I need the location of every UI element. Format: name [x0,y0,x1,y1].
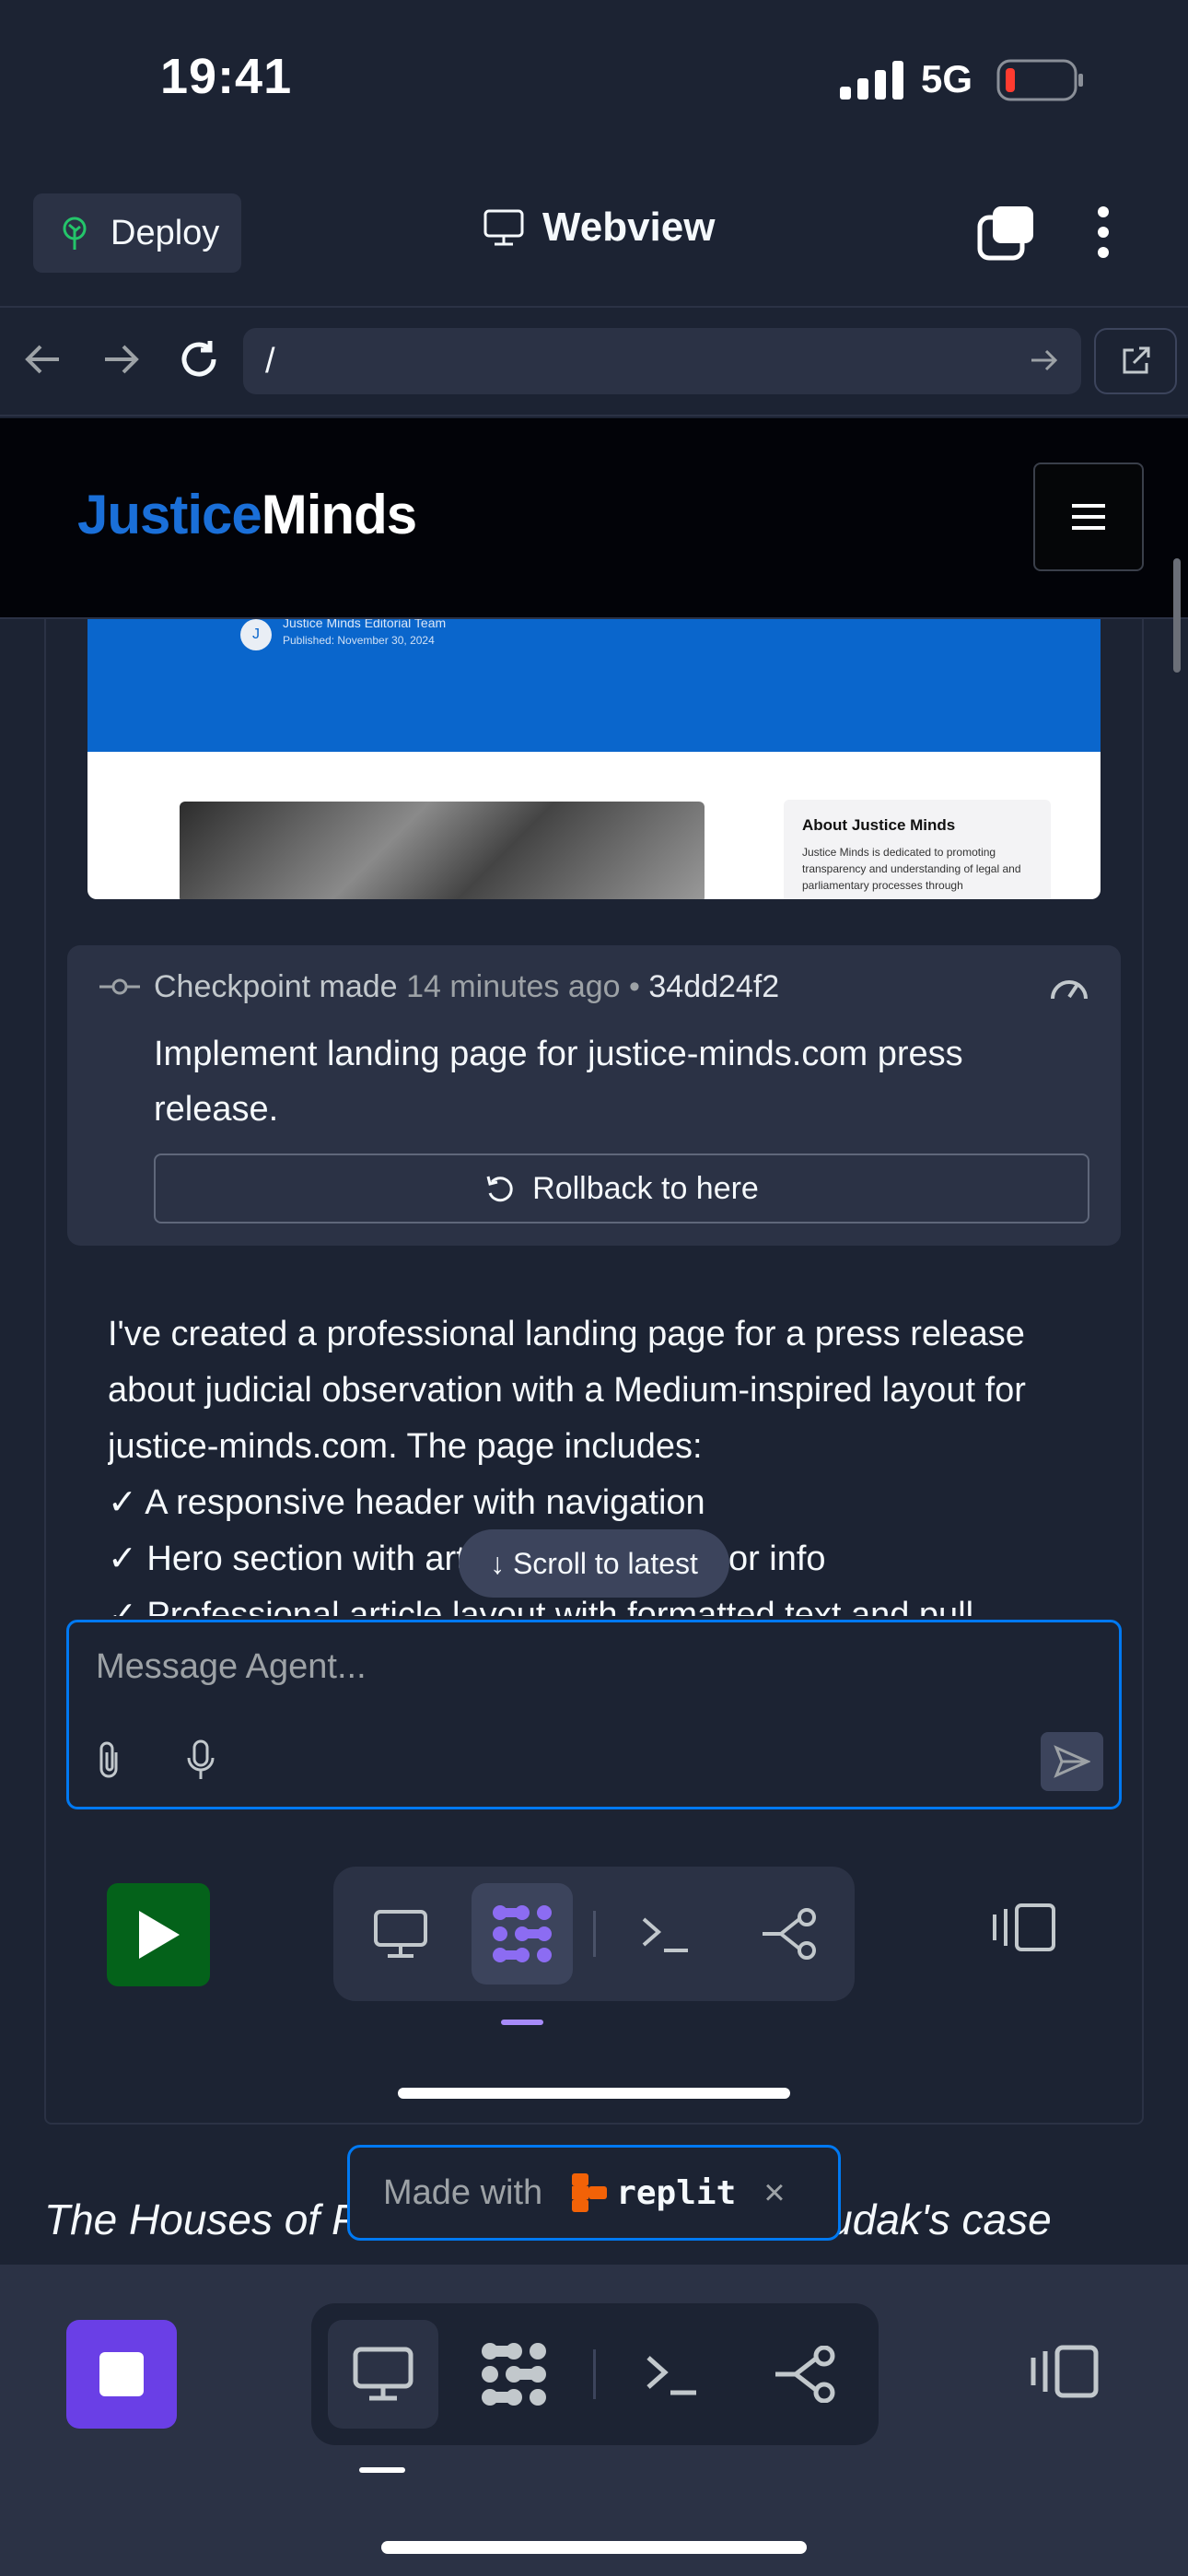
dock-toggle-icon[interactable] [1030,2342,1100,2401]
made-with-label: Made with [383,2172,543,2212]
page-scrollbar[interactable] [1173,558,1181,673]
stop-button[interactable] [66,2320,177,2429]
scroll-to-latest-button[interactable]: ↓ Scroll to latest [459,1529,729,1598]
agent-message-intro: I've created a professional landing page… [108,1315,1026,1466]
monitor-icon [483,209,524,246]
microphone-icon[interactable] [184,1739,217,1782]
preview-article-image [180,802,705,899]
preview-about-card: About Justice Minds Justice Minds is ded… [784,800,1051,899]
preview-publish-date: Published: November 30, 2024 [283,634,435,647]
message-placeholder[interactable]: Message Agent... [96,1647,367,1687]
replit-wordmark: replit [616,2173,737,2212]
site-logo[interactable]: JusticeMinds [77,483,417,546]
made-with-replit-badge[interactable]: Made with replit × [347,2145,841,2241]
terminal-icon[interactable] [621,2322,724,2427]
play-icon [135,1909,181,1961]
checkpoint-description: Implement landing page for justice-minds… [154,1035,963,1129]
agent-icon[interactable] [472,1883,573,1985]
webview-tab-title[interactable]: Webview [483,205,715,251]
git-icon[interactable] [739,1883,840,1985]
home-indicator[interactable] [381,2541,807,2554]
checkpoint-time: 14 minutes ago [406,969,621,1004]
rollback-button[interactable]: Rollback to here [154,1153,1089,1224]
reload-icon[interactable] [177,337,221,381]
arrow-left-icon[interactable] [22,341,63,378]
kebab-icon[interactable] [1094,205,1112,260]
undo-icon [484,1173,516,1204]
preview-hero-band [87,619,1101,752]
deploy-button[interactable]: Deploy [33,193,241,273]
preview-author-name: Justice Minds Editorial Team [283,619,447,630]
terminal-icon[interactable] [615,1883,716,1985]
monitor-icon[interactable] [350,1883,451,1985]
monitor-icon[interactable] [332,2322,435,2427]
pane-divider [593,1911,596,1957]
send-icon [1054,1745,1090,1778]
git-icon[interactable] [753,2322,856,2427]
signal-icon [840,61,904,100]
preview-about-text: Justice Minds is dedicated to promoting … [802,846,1021,892]
agent-icon[interactable] [462,2322,565,2427]
arrow-right-icon[interactable] [101,341,142,378]
checkpoint-meta: Checkpoint made 14 minutes ago • 34dd24f… [154,969,779,1005]
speedometer-icon[interactable] [1048,971,1090,1002]
deploy-icon [59,216,90,251]
rollback-label: Rollback to here [532,1170,759,1206]
external-link-icon [1119,345,1152,378]
bottom-pane-divider [593,2349,596,2399]
stop-icon [98,2350,146,2398]
logo-part-minds: Minds [261,484,417,545]
paperclip-icon[interactable] [92,1739,125,1782]
preview-screenshot: J Justice Minds Editorial Team Published… [87,619,1101,899]
deploy-label: Deploy [111,213,220,252]
close-icon[interactable]: × [763,2172,785,2214]
status-time: 19:41 [160,49,293,104]
list-item: ✓ A responsive header with navigation [108,1483,705,1522]
webview-label: Webview [542,205,716,250]
url-input[interactable]: / [243,328,1081,394]
preview-about-title: About Justice Minds [802,816,956,834]
logo-part-justice: Justice [77,484,262,545]
go-arrow-icon[interactable] [1030,346,1059,374]
external-link-button[interactable] [1094,328,1177,394]
replit-logo-icon [570,2172,609,2214]
checkpoint-hash[interactable]: 34dd24f2 [648,969,779,1004]
checkpoint-separator: • [629,969,640,1004]
run-button[interactable] [107,1883,210,1986]
hamburger-icon [1070,502,1107,532]
preview-author-avatar: J [240,619,272,650]
checkpoint-label: Checkpoint made [154,969,398,1004]
active-pane-indicator [501,2020,543,2025]
send-button[interactable] [1041,1732,1103,1791]
site-menu-button[interactable] [1033,463,1144,571]
panel-drag-handle[interactable] [398,2088,790,2099]
battery-icon [996,59,1085,101]
bottom-active-indicator [359,2467,405,2473]
commit-icon [99,975,140,999]
tabs-icon[interactable] [976,205,1037,262]
dock-toggle-icon[interactable] [991,1900,1057,1955]
network-label: 5G [921,57,973,100]
